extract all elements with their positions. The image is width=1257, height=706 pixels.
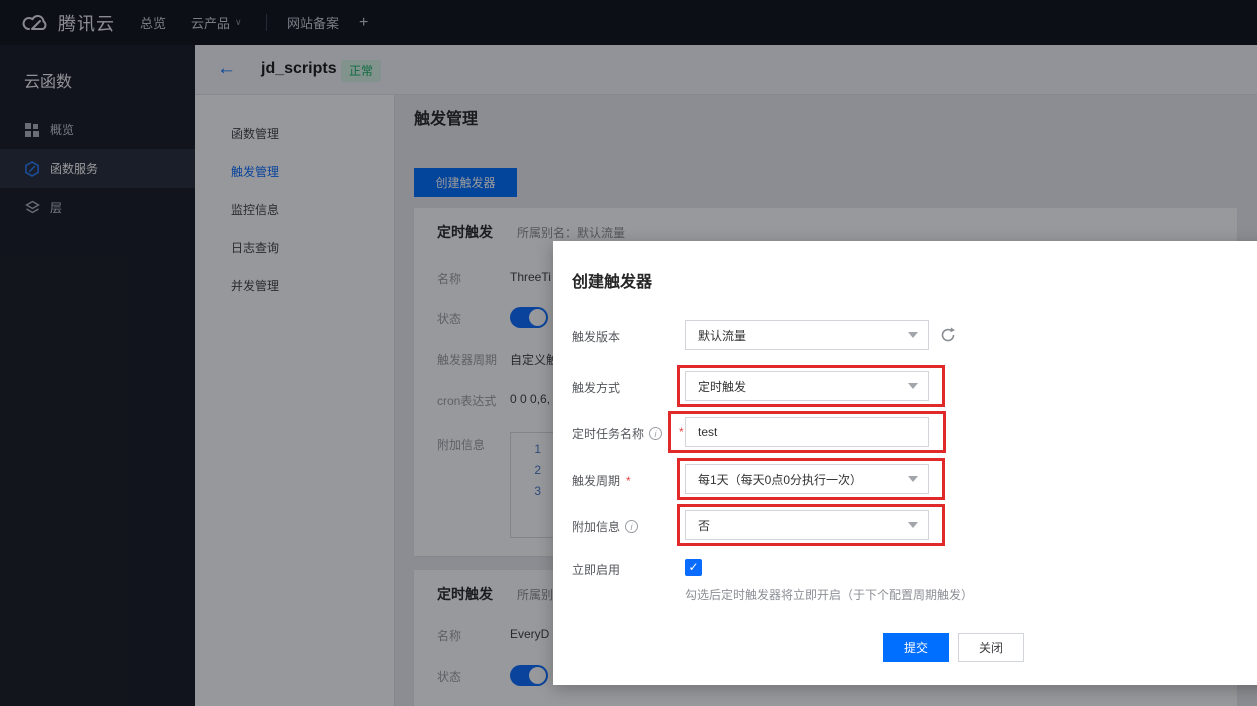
info-icon: i [625, 520, 638, 533]
chevron-down-icon [908, 332, 918, 338]
method-label: 触发方式 [572, 379, 620, 396]
taskname-label: 定时任务名称i [572, 425, 662, 442]
cycle-select[interactable]: 每1天（每天0点0分执行一次） [685, 464, 929, 494]
info-icon: i [649, 427, 662, 440]
create-trigger-dialog: 创建触发器 触发版本 默认流量 触发方式 定时触发 定时任务名称i * test… [553, 241, 1257, 685]
dialog-title: 创建触发器 [572, 268, 652, 292]
enable-checkbox[interactable]: ✓ [685, 559, 702, 576]
refresh-icon[interactable] [939, 326, 957, 344]
method-select[interactable]: 定时触发 [685, 371, 929, 401]
app-window: 腾讯云 总览 云产品∨ 网站备案 + 云函数 概览 函数服务 层 [0, 0, 1257, 706]
cycle-label: 触发周期* [572, 472, 631, 489]
required-star: * [626, 474, 631, 488]
version-label: 触发版本 [572, 328, 620, 345]
enable-label: 立即启用 [572, 561, 620, 578]
submit-button[interactable]: 提交 [883, 633, 949, 662]
chevron-down-icon [908, 476, 918, 482]
version-select[interactable]: 默认流量 [685, 320, 929, 350]
extra-label: 附加信息i [572, 518, 638, 535]
enable-hint: 勾选后定时触发器将立即开启（于下个配置周期触发） [685, 586, 973, 603]
taskname-input[interactable]: test [685, 417, 929, 447]
close-button[interactable]: 关闭 [958, 633, 1024, 662]
chevron-down-icon [908, 522, 918, 528]
extra-select[interactable]: 否 [685, 510, 929, 540]
chevron-down-icon [908, 383, 918, 389]
required-star: * [679, 425, 684, 439]
